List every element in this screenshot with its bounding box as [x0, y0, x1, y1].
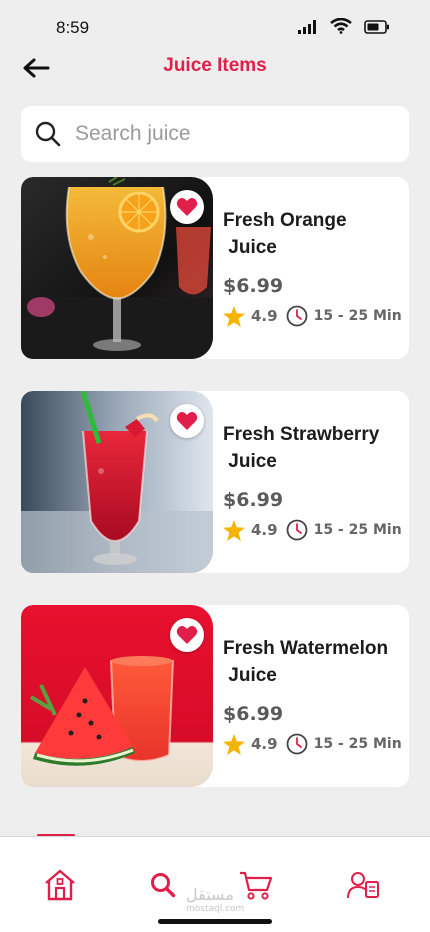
- nav-profile[interactable]: [345, 867, 381, 903]
- signal-icon: [298, 19, 318, 38]
- watermark-logo: مستقل mostaql.com: [186, 885, 245, 914]
- product-rating: 4.9: [251, 735, 278, 753]
- favorite-button[interactable]: [170, 618, 204, 652]
- nav-home[interactable]: [42, 867, 78, 903]
- product-name: Fresh Strawberry Juice: [223, 424, 380, 472]
- product-card-strawberry[interactable]: Fresh Strawberry Juice $6.99 4.9 15 - 25…: [21, 391, 409, 573]
- product-info: Fresh Watermelon Juice $6.99 4.9 15 - 25…: [223, 635, 403, 755]
- clock-icon: [286, 733, 307, 755]
- status-icons: [298, 17, 390, 38]
- wifi-icon: [330, 17, 352, 38]
- product-meta: 4.9 15 - 25 Min: [223, 519, 403, 541]
- star-icon: [223, 305, 245, 327]
- product-name: Fresh Orange Juice: [223, 210, 347, 258]
- product-meta: 4.9 15 - 25 Min: [223, 733, 403, 755]
- product-card-orange[interactable]: Fresh Orange Juice $6.99 4.9 15 - 25 Min: [21, 177, 409, 359]
- product-price: $6.99: [223, 275, 284, 297]
- search-input[interactable]: [75, 122, 365, 146]
- heart-icon: [176, 198, 198, 216]
- battery-icon: [364, 19, 390, 38]
- product-name: Fresh Watermelon Juice: [223, 638, 389, 686]
- favorite-button[interactable]: [170, 190, 204, 224]
- nav-search[interactable]: [145, 867, 181, 903]
- home-indicator: [158, 919, 272, 924]
- product-price: $6.99: [223, 703, 284, 725]
- product-info: Fresh Orange Juice $6.99 4.9 15 - 25 Min: [223, 207, 403, 327]
- product-meta: 4.9 15 - 25 Min: [223, 305, 403, 327]
- product-price: $6.99: [223, 489, 284, 511]
- clock-icon: [286, 519, 307, 541]
- status-time: 8:59: [56, 18, 90, 37]
- product-info: Fresh Strawberry Juice $6.99 4.9 15 - 25…: [223, 421, 403, 541]
- favorite-button[interactable]: [170, 404, 204, 438]
- delivery-time: 15 - 25 Min: [313, 522, 402, 538]
- star-icon: [223, 519, 245, 541]
- search-bar[interactable]: [21, 106, 409, 162]
- profile-icon: [347, 872, 379, 899]
- product-rating: 4.9: [251, 307, 278, 325]
- heart-icon: [176, 626, 198, 644]
- clock-icon: [286, 305, 307, 327]
- product-card-watermelon[interactable]: Fresh Watermelon Juice $6.99 4.9 15 - 25…: [21, 605, 409, 787]
- delivery-time: 15 - 25 Min: [313, 736, 402, 752]
- product-rating: 4.9: [251, 521, 278, 539]
- search-icon: [151, 873, 176, 898]
- home-icon: [45, 869, 75, 901]
- page-title: Juice Items: [163, 55, 267, 76]
- star-icon: [223, 733, 245, 755]
- bottom-nav: مستقل mostaql.com: [0, 836, 430, 932]
- heart-icon: [176, 412, 198, 430]
- search-icon: [35, 121, 61, 147]
- app-bar: Juice Items: [0, 48, 430, 88]
- delivery-time: 15 - 25 Min: [313, 308, 402, 324]
